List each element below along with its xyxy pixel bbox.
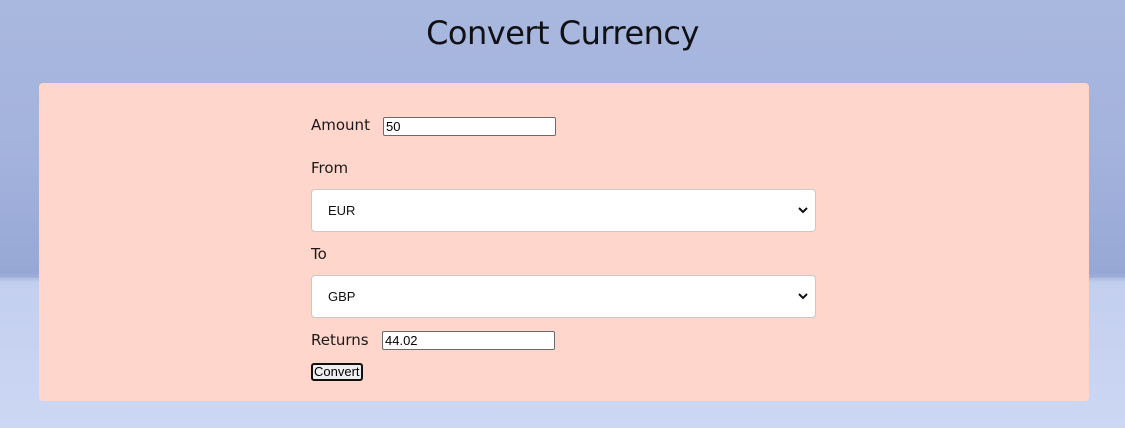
page-title: Convert Currency [426, 14, 699, 52]
to-currency-value: GBP [328, 289, 356, 304]
returns-label: Returns [311, 331, 369, 349]
converter-card: Amount 50 From EUR To GBP Returns 44.02 … [39, 83, 1089, 401]
amount-input[interactable]: 50 [383, 117, 556, 136]
chevron-down-icon [798, 293, 808, 300]
convert-button[interactable]: Convert [311, 363, 363, 381]
from-label: From [311, 159, 349, 177]
from-currency-value: EUR [328, 203, 356, 218]
amount-label: Amount [311, 116, 370, 134]
chevron-down-icon [798, 207, 808, 214]
from-currency-select[interactable]: EUR [311, 189, 816, 232]
returns-output[interactable]: 44.02 [382, 331, 555, 350]
to-currency-select[interactable]: GBP [311, 275, 816, 318]
to-label: To [311, 245, 327, 263]
